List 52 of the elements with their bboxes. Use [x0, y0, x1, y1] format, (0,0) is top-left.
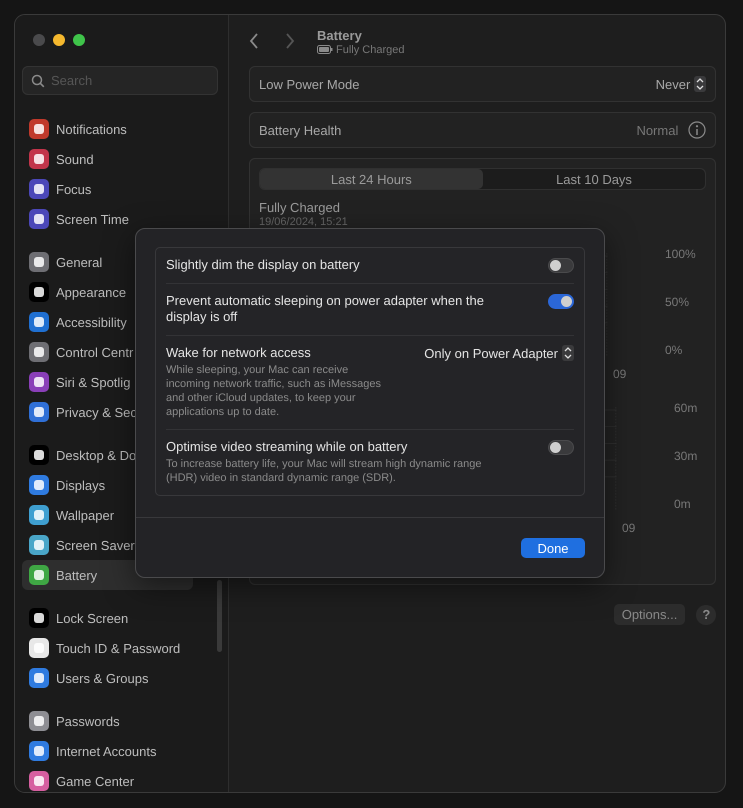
- chevron-updown-icon: [694, 76, 706, 92]
- popup-button[interactable]: Only on Power Adapter: [424, 345, 574, 361]
- scrollbar[interactable]: [217, 580, 222, 652]
- battery-status: Fully Charged: [336, 44, 404, 56]
- sidebar-item[interactable]: Notifications: [22, 114, 193, 144]
- charge-status: Fully Charged: [259, 200, 341, 215]
- setting-label: Slightly dim the display on battery: [166, 257, 360, 273]
- sidebar-item[interactable]: Users & Groups: [22, 663, 193, 693]
- toggle-switch[interactable]: [548, 440, 574, 455]
- battery-icon: [317, 45, 333, 54]
- axis-label: 60m: [674, 401, 698, 415]
- axis-label: 09: [613, 367, 628, 381]
- sidebar-item[interactable]: Screen Time: [22, 204, 193, 234]
- setting-label: Optimise video streaming while on battery: [166, 439, 408, 455]
- popup-button[interactable]: Never: [656, 76, 706, 92]
- info-icon[interactable]: [688, 121, 706, 139]
- sidebar-item[interactable]: Screen Saver: [22, 530, 193, 560]
- setting-label: Prevent automatic sleeping on power adapter when the display is off: [166, 293, 485, 325]
- setting-description: While sleeping, your Mac can receive incoming network traffic, such as iMessages and other iCloud updates, to keep your applications up to date.: [166, 363, 381, 419]
- zoom-button[interactable]: [73, 34, 85, 46]
- setting-description: To increase battery life, your Mac will stream high dynamic range (HDR) video in standard dynamic range (SDR).: [166, 457, 482, 485]
- axis-label: 50%: [665, 295, 690, 309]
- setting-value: Normal: [636, 122, 678, 138]
- setting-label: Low Power Mode: [259, 76, 360, 92]
- chevron-left-icon: [249, 32, 259, 48]
- minimize-button[interactable]: [53, 34, 65, 46]
- sidebar-item[interactable]: Focus: [22, 174, 193, 204]
- setting-label: Wake for network access: [166, 345, 312, 361]
- charge-time: 19/06/2024, 15:21: [259, 216, 349, 228]
- tab[interactable]: Last 24 Hours: [260, 169, 483, 189]
- help-button[interactable]: ?: [696, 604, 716, 624]
- toggle-switch[interactable]: [548, 258, 574, 273]
- window-title: Battery: [317, 28, 363, 42]
- chevron-updown-icon: [562, 345, 574, 361]
- setting-label: Battery Health: [259, 122, 342, 138]
- done-button[interactable]: Done: [521, 538, 585, 558]
- chevron-right-icon: [285, 32, 295, 48]
- sidebar-item[interactable]: Sound: [22, 144, 193, 174]
- tab[interactable]: Last 10 Days: [482, 169, 706, 189]
- sidebar-item[interactable]: Wallpaper: [22, 500, 193, 530]
- axis-label: 0%: [665, 343, 684, 357]
- sidebar-item[interactable]: Internet Accounts: [22, 736, 193, 766]
- axis-label: 0m: [674, 497, 692, 511]
- sidebar-item[interactable]: Lock Screen: [22, 603, 193, 633]
- axis-label: 09: [622, 521, 636, 535]
- axis-label: 30m: [674, 449, 698, 463]
- toggle-switch[interactable]: [548, 294, 574, 309]
- options-button[interactable]: Options...: [614, 604, 686, 625]
- sidebar-item[interactable]: Passwords: [22, 706, 193, 736]
- axis-label: 100%: [665, 247, 696, 261]
- sidebar-item[interactable]: Game Center: [22, 766, 193, 792]
- sidebar-item[interactable]: Touch ID & Password: [22, 633, 193, 663]
